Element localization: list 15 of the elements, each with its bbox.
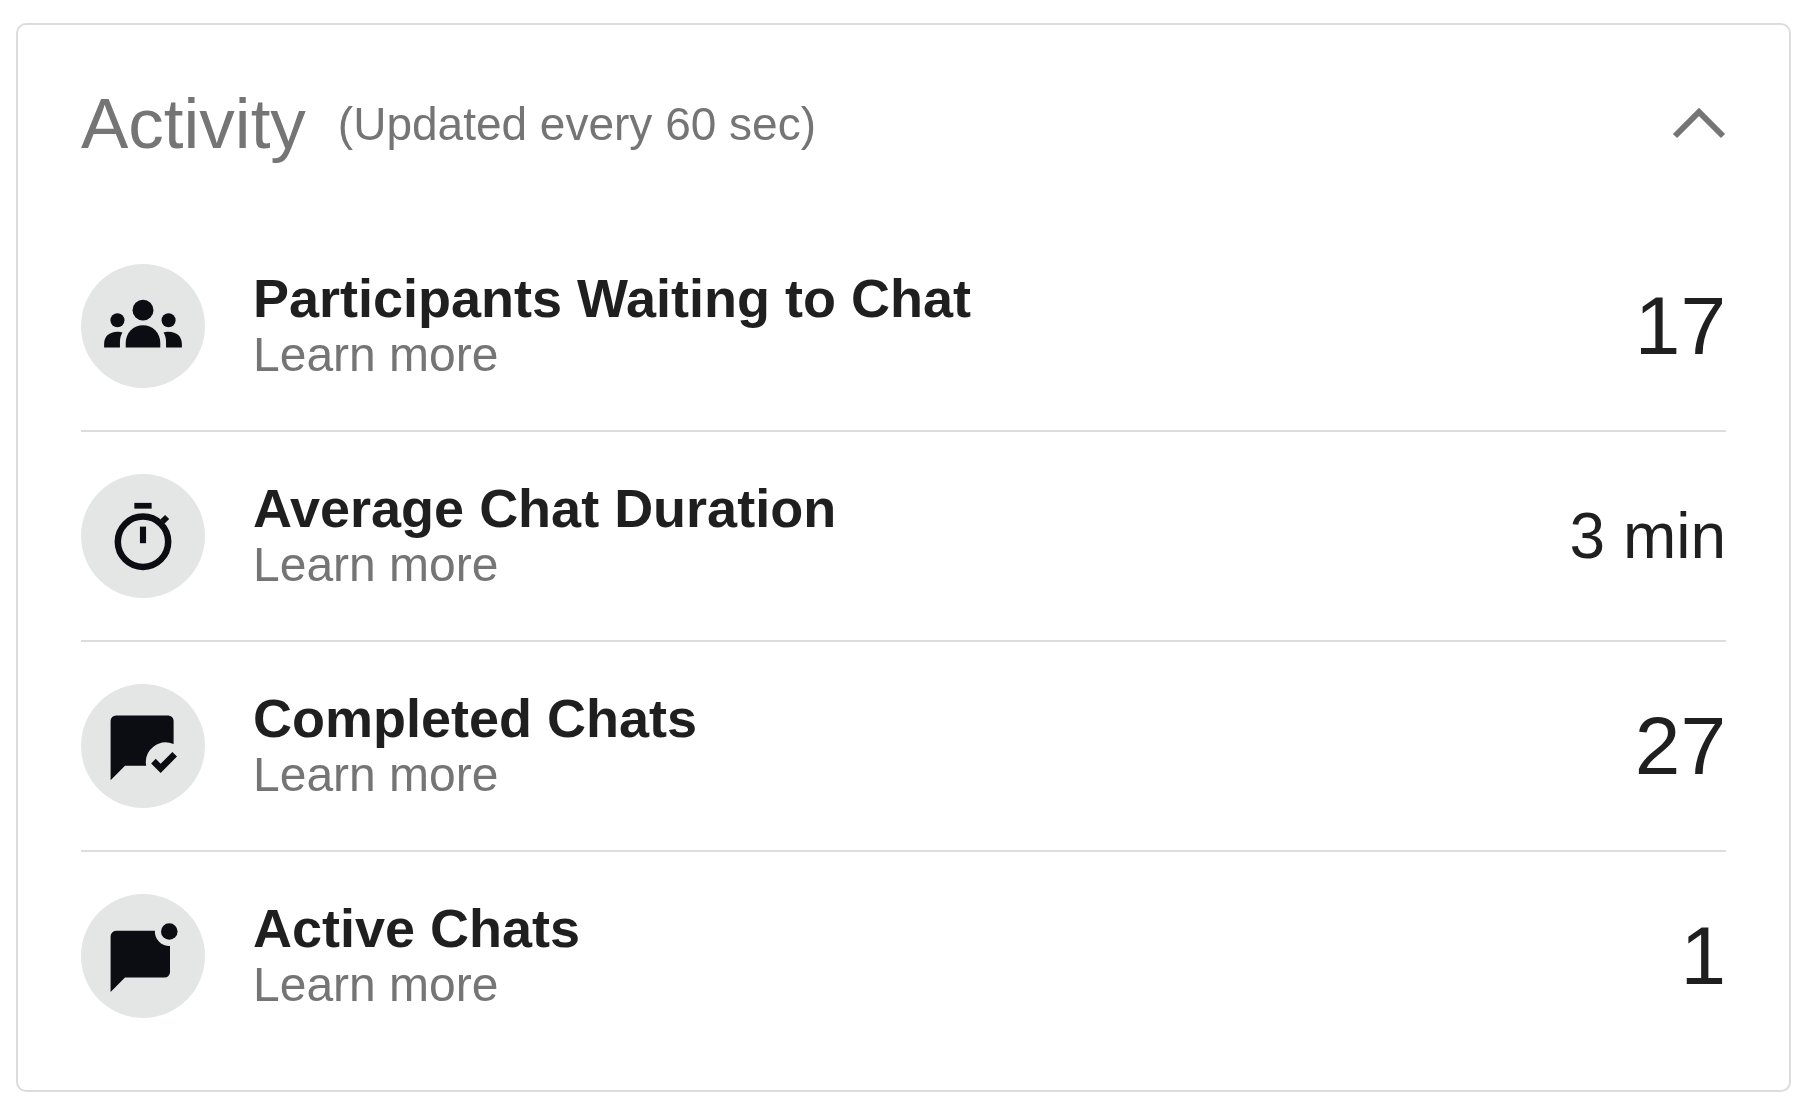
metric-title: Active Chats [253, 900, 581, 957]
stopwatch-icon [81, 474, 205, 598]
chat-bubble-dot-icon [81, 894, 205, 1018]
collapse-button[interactable] [1672, 106, 1726, 141]
metric-value: 17 [1634, 285, 1726, 367]
learn-more-link[interactable]: Learn more [253, 956, 499, 1012]
metric-value: 3 min [1569, 504, 1726, 568]
metric-title: Completed Chats [253, 690, 698, 747]
chat-bubble-check-icon [81, 684, 205, 808]
chevron-up-icon [1672, 106, 1726, 141]
metric-value: 1 [1680, 915, 1726, 997]
metric-title: Participants Waiting to Chat [253, 270, 972, 327]
people-group-icon [81, 264, 205, 388]
metric-title: Average Chat Duration [253, 480, 837, 537]
metric-value: 27 [1634, 705, 1726, 787]
